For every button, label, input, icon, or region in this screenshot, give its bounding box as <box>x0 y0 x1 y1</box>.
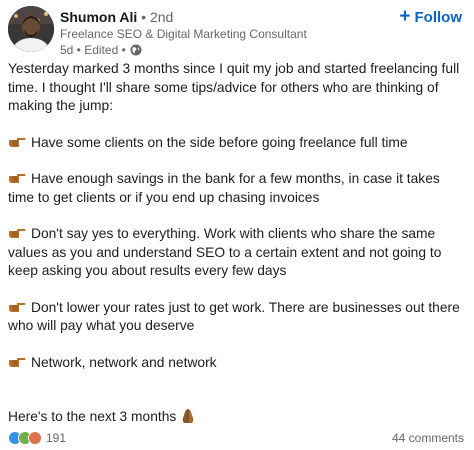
connection-degree: • 2nd <box>141 9 174 25</box>
love-icon <box>28 431 42 445</box>
pointing-finger-icon <box>9 229 26 238</box>
praying-hands-icon <box>182 409 194 423</box>
tip-text: Don't lower your rates just to get work.… <box>8 299 460 334</box>
tip-text: Network, network and network <box>31 354 217 370</box>
plus-icon: + <box>399 6 411 27</box>
outro-text: Here's to the next 3 months <box>8 409 177 424</box>
pointing-finger-icon <box>9 357 26 367</box>
tip-item: Network, network and network <box>8 354 466 373</box>
tip-item: Have some clients on the side before goi… <box>8 134 466 153</box>
reaction-count[interactable]: 191 <box>46 431 66 445</box>
post-outro: Here's to the next 3 months <box>8 408 466 427</box>
post-time: 5d • Edited • <box>60 43 126 57</box>
author-info: Shumon Ali • 2nd Freelance SEO & Digital… <box>60 8 307 58</box>
author-line: Shumon Ali • 2nd <box>60 8 307 26</box>
tip-text: Don't say yes to everything. Work with c… <box>8 226 442 278</box>
pointing-finger-icon <box>9 174 26 183</box>
tip-item: Don't lower your rates just to get work.… <box>8 299 466 336</box>
tip-text: Have enough savings in the bank for a fe… <box>8 171 440 205</box>
post-header: Shumon Ali • 2nd Freelance SEO & Digital… <box>8 6 464 58</box>
reactions-summary[interactable]: 191 <box>8 431 66 445</box>
comments-count[interactable]: 44 comments <box>392 431 464 445</box>
tip-text: Have some clients on the side before goi… <box>31 134 408 150</box>
profile-photo <box>8 6 54 52</box>
tip-item: Have enough savings in the bank for a fe… <box>8 170 466 207</box>
post-meta: 5d • Edited • <box>60 42 307 58</box>
follow-button[interactable]: + Follow <box>397 6 464 28</box>
post-intro: Yesterday marked 3 months since I quit m… <box>8 61 460 113</box>
pointing-finger-icon <box>9 302 26 312</box>
author-headline: Freelance SEO & Digital Marketing Consul… <box>60 27 307 41</box>
social-counts: 191 44 comments <box>8 430 464 446</box>
author-name[interactable]: Shumon Ali <box>60 9 137 25</box>
feed-post: Shumon Ali • 2nd Freelance SEO & Digital… <box>0 0 474 450</box>
tip-item: Don't say yes to everything. Work with c… <box>8 225 466 281</box>
avatar[interactable] <box>8 6 54 52</box>
globe-icon <box>130 44 142 56</box>
follow-label: Follow <box>414 8 463 26</box>
pointing-finger-icon <box>9 137 26 147</box>
post-body: Yesterday marked 3 months since I quit m… <box>8 60 466 427</box>
